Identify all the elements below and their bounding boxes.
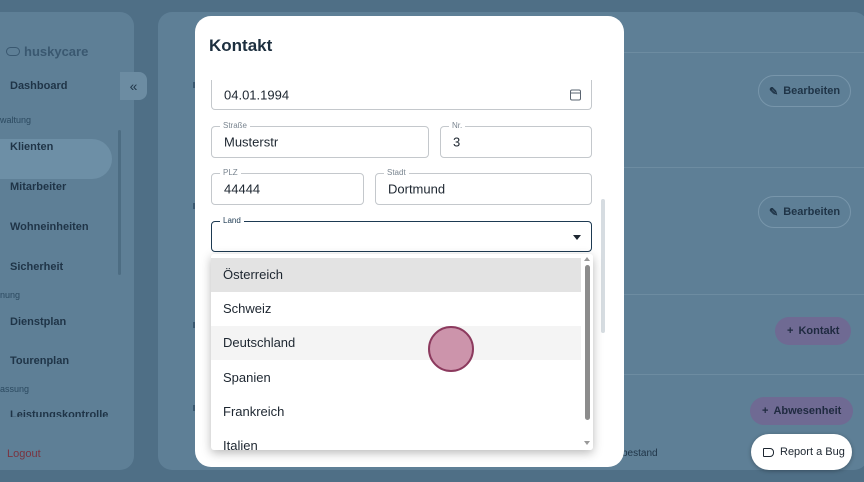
- option-spanien[interactable]: Spanien: [211, 361, 581, 395]
- sidebar-section-erfassung: assung: [0, 384, 30, 394]
- city-label: Stadt: [384, 168, 409, 177]
- sidebar-item-leistungskontrolle[interactable]: Leistungskontrolle: [10, 409, 108, 417]
- collapse-sidebar-button[interactable]: «: [120, 72, 147, 100]
- sidebar-item-tourenplan[interactable]: Tourenplan: [10, 355, 69, 367]
- plz-label: PLZ: [220, 168, 241, 177]
- street-value: Musterstr: [224, 134, 279, 150]
- sidebar-item-wohneinheiten[interactable]: Wohneinheiten: [10, 221, 89, 233]
- number-label: Nr.: [449, 121, 466, 130]
- calendar-icon[interactable]: [570, 89, 581, 100]
- option-oesterreich[interactable]: Österreich: [211, 258, 581, 292]
- background-text: bestand: [622, 448, 658, 459]
- city-field[interactable]: Stadt Dortmund: [375, 168, 592, 205]
- sidebar: huskycare Dashboard waltung Klienten Mit…: [0, 12, 134, 470]
- sidebar-scrollbar[interactable]: [118, 130, 121, 275]
- country-label: Land: [220, 216, 244, 225]
- report-bug-label: Report a Bug: [780, 446, 845, 458]
- divider: [622, 374, 864, 375]
- pencil-icon: ✎: [769, 206, 779, 219]
- divider: [622, 167, 864, 168]
- street-label: Straße: [220, 121, 251, 130]
- option-schweiz[interactable]: Schweiz: [211, 292, 581, 326]
- sidebar-item-klienten[interactable]: Klienten: [10, 141, 53, 153]
- edit-button-1[interactable]: ✎ Bearbeiten: [758, 75, 852, 107]
- report-bug-button[interactable]: Report a Bug: [751, 434, 852, 470]
- sidebar-section-planung: nung: [0, 290, 21, 300]
- option-deutschland[interactable]: Deutschland: [211, 326, 581, 360]
- plz-field[interactable]: PLZ 44444: [211, 168, 364, 205]
- click-indicator: [428, 326, 474, 372]
- option-frankreich[interactable]: Frankreich: [211, 395, 581, 429]
- sidebar-item-dashboard[interactable]: Dashboard: [10, 80, 67, 92]
- megaphone-icon: [763, 447, 774, 457]
- add-abwesenheit-button[interactable]: + Abwesenheit: [750, 397, 854, 425]
- country-select[interactable]: Land: [211, 216, 592, 252]
- plz-value: 44444: [224, 181, 261, 197]
- edit-button-2[interactable]: ✎ Bearbeiten: [758, 196, 852, 228]
- sidebar-item-mitarbeiter[interactable]: Mitarbeiter: [10, 181, 66, 193]
- divider: [622, 52, 864, 53]
- sidebar-item-dienstplan[interactable]: Dienstplan: [10, 316, 66, 328]
- sidebar-section-verwaltung: waltung: [0, 115, 32, 125]
- birthdate-field[interactable]: 04.01.1994: [211, 80, 592, 110]
- modal-title: Kontakt: [209, 36, 273, 55]
- plus-icon: +: [762, 405, 769, 417]
- city-value: Dortmund: [388, 181, 446, 197]
- scroll-down-icon[interactable]: [584, 441, 590, 445]
- country-dropdown: Österreich Schweiz Deutschland Spanien F…: [211, 254, 593, 450]
- logout-link[interactable]: Logout: [7, 448, 41, 460]
- option-italien[interactable]: Italien: [211, 429, 581, 450]
- add-kontakt-button[interactable]: + Kontakt: [775, 317, 852, 345]
- scroll-up-icon[interactable]: [584, 257, 590, 261]
- divider: [622, 294, 864, 295]
- logo-text: huskycare: [24, 44, 89, 59]
- modal-scrollbar[interactable]: [601, 199, 605, 333]
- number-value: 3: [453, 134, 461, 150]
- street-field[interactable]: Straße Musterstr: [211, 121, 429, 158]
- birthdate-value: 04.01.1994: [224, 87, 290, 102]
- logo: huskycare: [6, 44, 88, 59]
- dropdown-scrollbar[interactable]: [581, 254, 593, 450]
- caret-down-icon: [573, 234, 581, 240]
- cloud-icon: [6, 47, 20, 56]
- plus-icon: +: [787, 325, 794, 337]
- sidebar-item-sicherheit[interactable]: Sicherheit: [10, 261, 63, 273]
- pencil-icon: ✎: [769, 85, 779, 98]
- number-field[interactable]: Nr. 3: [440, 121, 592, 158]
- dropdown-scroll-thumb[interactable]: [585, 265, 590, 420]
